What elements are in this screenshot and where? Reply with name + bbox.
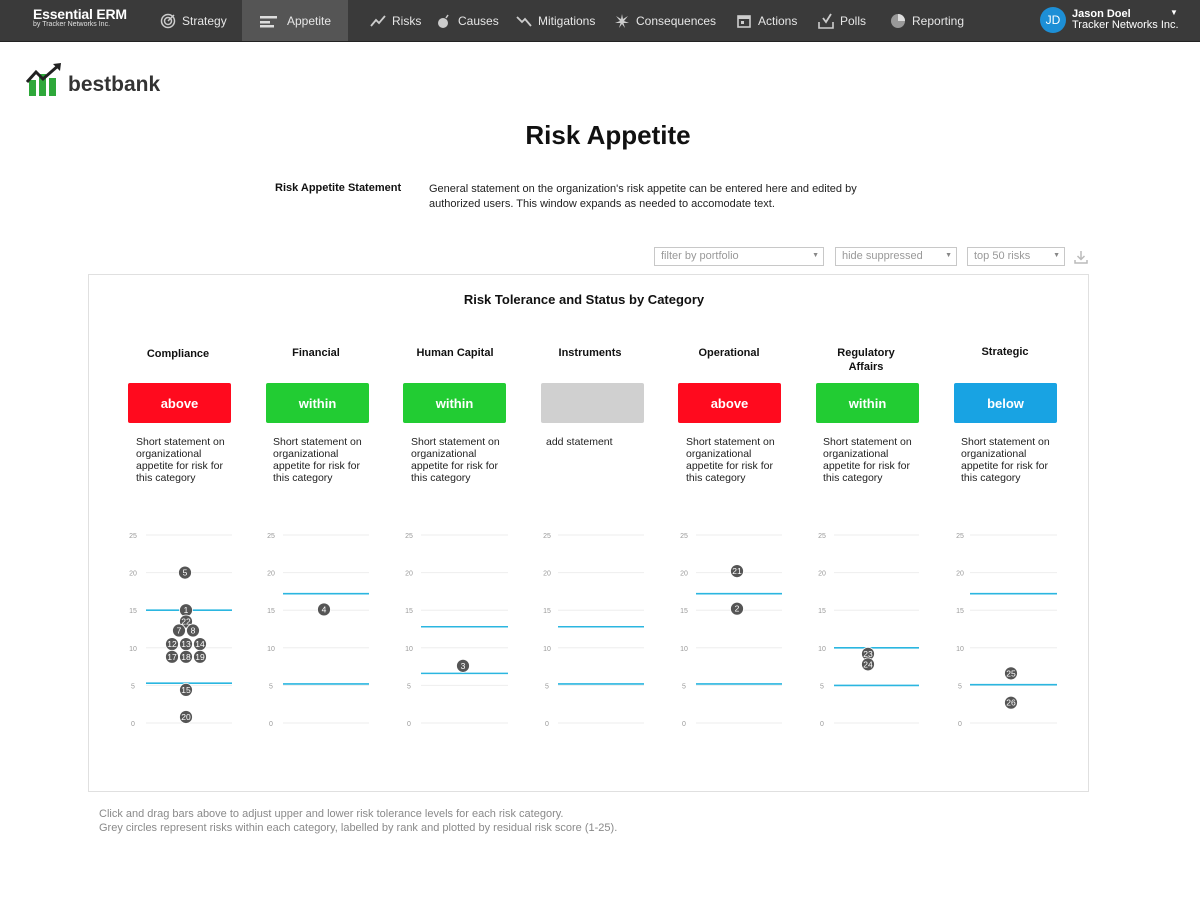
y-tick-label: 20 bbox=[267, 571, 275, 578]
y-tick-label: 10 bbox=[405, 646, 413, 653]
risk-rank-label: 1 bbox=[184, 605, 189, 615]
y-tick-label: 0 bbox=[269, 721, 273, 728]
risk-rank-label: 21 bbox=[732, 566, 742, 576]
y-tick-label: 5 bbox=[407, 683, 411, 690]
y-tick-label: 20 bbox=[818, 571, 826, 578]
y-tick-label: 10 bbox=[818, 646, 826, 653]
y-tick-label: 0 bbox=[682, 721, 686, 728]
risk-dot[interactable]: 26 bbox=[1004, 695, 1018, 710]
y-tick-label: 25 bbox=[956, 533, 964, 540]
risk-rank-label: 4 bbox=[322, 604, 327, 614]
y-tick-label: 10 bbox=[543, 646, 551, 653]
y-tick-label: 0 bbox=[131, 721, 135, 728]
y-tick-label: 5 bbox=[269, 683, 273, 690]
y-tick-label: 10 bbox=[267, 646, 275, 653]
y-tick-label: 20 bbox=[680, 571, 688, 578]
risk-rank-label: 5 bbox=[183, 568, 188, 578]
y-tick-label: 20 bbox=[543, 571, 551, 578]
y-tick-label: 25 bbox=[680, 533, 688, 540]
risk-dot[interactable]: 3 bbox=[456, 658, 470, 673]
y-tick-label: 15 bbox=[267, 608, 275, 615]
risk-rank-label: 23 bbox=[863, 649, 873, 659]
risk-rank-label: 20 bbox=[181, 712, 191, 722]
risk-dot[interactable]: 25 bbox=[1004, 666, 1018, 681]
footnote: Click and drag bars above to adjust uppe… bbox=[99, 807, 617, 835]
risk-dot[interactable]: 15 bbox=[179, 683, 193, 697]
y-tick-label: 15 bbox=[818, 608, 826, 615]
risk-rank-label: 3 bbox=[461, 661, 466, 671]
risk-dot[interactable]: 13 bbox=[179, 637, 193, 651]
risk-dot[interactable]: 14 bbox=[193, 637, 207, 651]
risk-dot[interactable]: 8 bbox=[186, 623, 200, 638]
y-tick-label: 25 bbox=[267, 533, 275, 540]
footnote-line: Click and drag bars above to adjust uppe… bbox=[99, 808, 564, 820]
y-tick-label: 5 bbox=[958, 683, 962, 690]
y-tick-label: 25 bbox=[543, 533, 551, 540]
risk-rank-label: 12 bbox=[167, 639, 177, 649]
y-tick-label: 25 bbox=[129, 533, 137, 540]
risk-dot[interactable]: 4 bbox=[317, 602, 331, 617]
risk-rank-label: 17 bbox=[167, 652, 177, 662]
y-tick-label: 0 bbox=[407, 721, 411, 728]
y-tick-label: 0 bbox=[958, 721, 962, 728]
risk-dot[interactable]: 18 bbox=[179, 649, 193, 664]
y-tick-label: 15 bbox=[956, 608, 964, 615]
y-tick-label: 25 bbox=[818, 533, 826, 540]
risk-dot[interactable]: 21 bbox=[730, 564, 744, 578]
y-tick-label: 10 bbox=[680, 646, 688, 653]
y-tick-label: 15 bbox=[543, 608, 551, 615]
y-tick-label: 10 bbox=[129, 646, 137, 653]
risk-dot[interactable]: 7 bbox=[172, 623, 186, 638]
risk-dot[interactable]: 5 bbox=[178, 565, 192, 580]
risk-rank-label: 25 bbox=[1006, 668, 1016, 678]
risk-dot[interactable]: 24 bbox=[861, 657, 875, 672]
y-tick-label: 5 bbox=[820, 683, 824, 690]
risk-dot[interactable]: 12 bbox=[165, 637, 179, 651]
y-tick-label: 0 bbox=[545, 721, 549, 728]
risk-rank-label: 24 bbox=[863, 659, 873, 669]
risk-rank-label: 8 bbox=[191, 626, 196, 636]
y-tick-label: 15 bbox=[129, 608, 137, 615]
y-tick-label: 5 bbox=[131, 683, 135, 690]
risk-tolerance-plot: 25 20 15 10 5 0 5 12 2 7 8 1 2 1 3 14 17 18 19 15 20 25 20 15 10… bbox=[129, 533, 1057, 728]
risk-rank-label: 13 bbox=[181, 639, 191, 649]
risk-dot[interactable]: 20 bbox=[179, 710, 193, 724]
footnote-line: Grey circles represent risks within each… bbox=[99, 822, 618, 834]
risk-dot[interactable]: 19 bbox=[193, 649, 207, 664]
risk-rank-label: 14 bbox=[195, 639, 205, 649]
risk-rank-label: 15 bbox=[181, 685, 191, 695]
risk-rank-label: 19 bbox=[195, 652, 205, 662]
risk-dot[interactable]: 17 bbox=[165, 649, 179, 664]
y-tick-label: 0 bbox=[820, 721, 824, 728]
risk-rank-label: 2 bbox=[735, 604, 740, 614]
y-tick-label: 5 bbox=[545, 683, 549, 690]
y-tick-label: 10 bbox=[956, 646, 964, 653]
y-tick-label: 15 bbox=[680, 608, 688, 615]
y-tick-label: 20 bbox=[956, 571, 964, 578]
risk-dot[interactable]: 2 bbox=[730, 601, 744, 616]
y-tick-label: 20 bbox=[129, 571, 137, 578]
y-tick-label: 5 bbox=[682, 683, 686, 690]
risk-rank-label: 26 bbox=[1006, 698, 1016, 708]
y-tick-label: 20 bbox=[405, 571, 413, 578]
y-tick-label: 15 bbox=[405, 608, 413, 615]
risk-rank-label: 18 bbox=[181, 652, 191, 662]
y-tick-label: 25 bbox=[405, 533, 413, 540]
risk-rank-label: 7 bbox=[177, 626, 182, 636]
